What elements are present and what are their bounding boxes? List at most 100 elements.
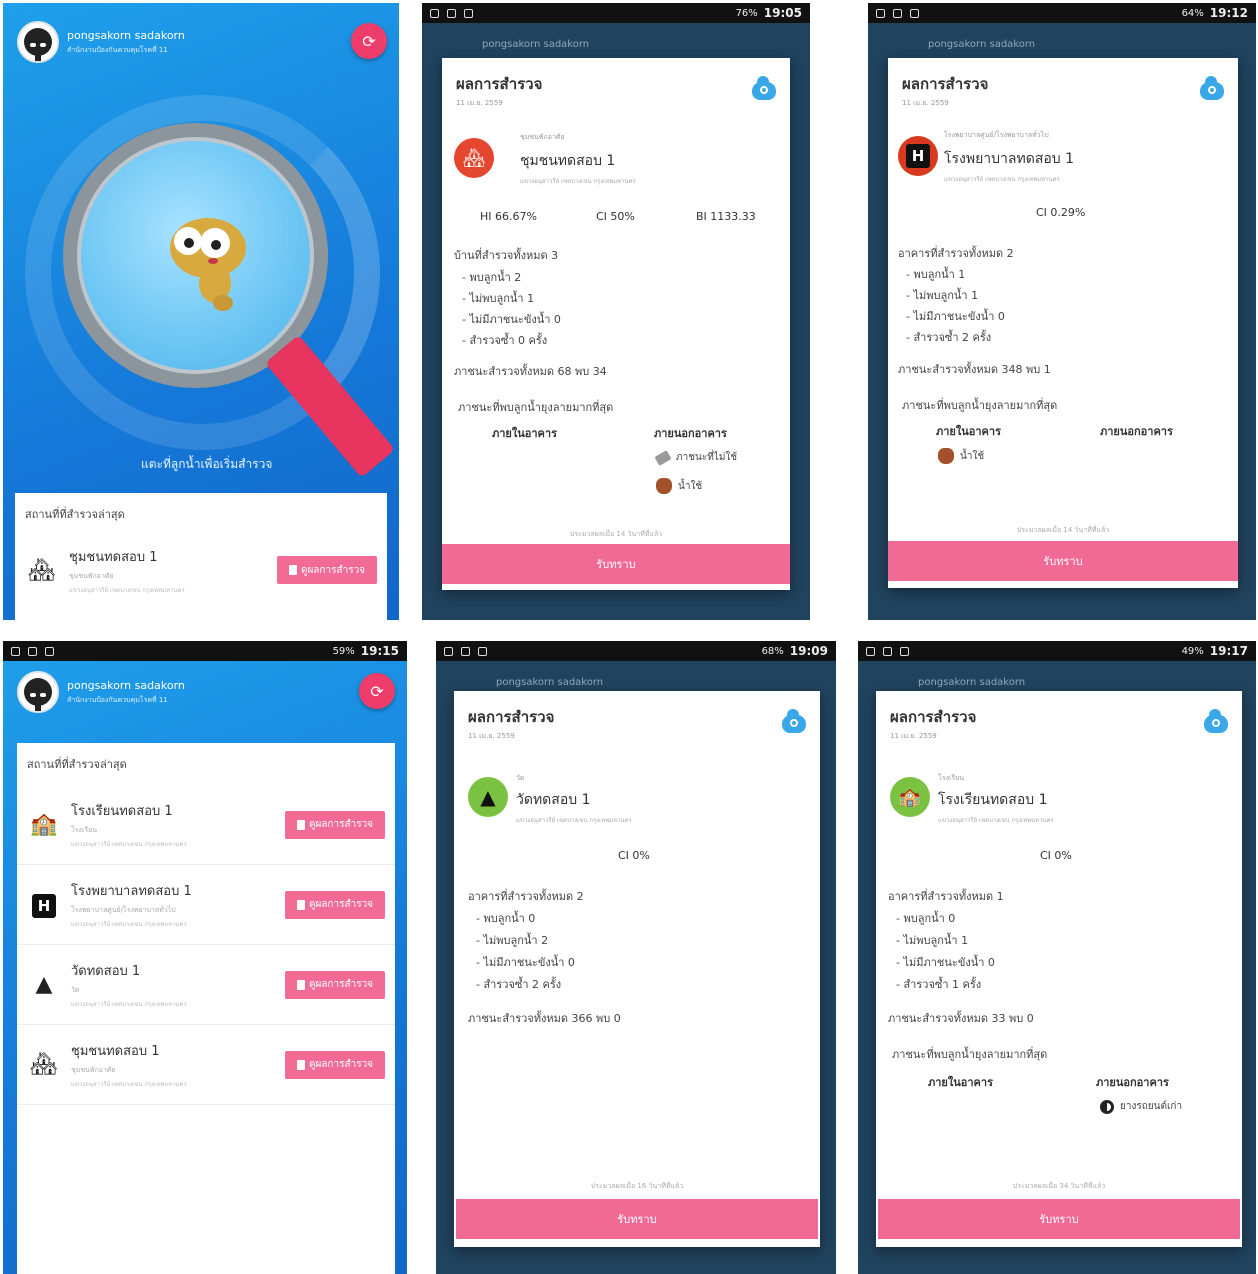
dialog-date: 11 เม.ย. 2559 <box>890 732 937 740</box>
updated-time: ประมวลผลเมื่อ 16 วินาทีที่แล้ว <box>590 1182 684 1190</box>
place-address: แขวงอนุสาวรีย์ เขตบางเขน กรุงเทพมหานคร <box>938 817 1054 824</box>
place-type: ชุมชนพักอาศัย <box>69 571 114 580</box>
found-count: - พบลูกน้ำ 0 <box>476 912 536 925</box>
document-icon <box>296 1059 305 1070</box>
temple-icon: ▲ <box>468 777 508 817</box>
place-address: แขวงอนุสาวรีย์ เขตบางเขน กรุงเทพมหานคร <box>944 176 1060 183</box>
place-type: โรงพยาบาลศูนย์/โรงพยาบาลทั่วไป <box>71 906 176 914</box>
found-count: - พบลูกน้ำ 1 <box>906 268 966 281</box>
cloud-sync-icon[interactable] <box>1200 76 1224 100</box>
list-item[interactable]: 🏘 ชุมชนทดสอบ 1 ชุมชนพักอาศัย แขวงอนุสาวร… <box>17 1025 395 1105</box>
status-bar: 76% 19:05 <box>422 3 810 23</box>
repeat-count: - สำรวจซ้ำ 2 ครั้ง <box>906 331 992 344</box>
no-container-count: - ไม่มีภาชนะขังน้ำ 0 <box>906 310 1005 323</box>
view-result-button[interactable]: ดูผลการสำรวจ <box>285 810 385 839</box>
view-result-button[interactable]: ดูผลการสำรวจ <box>285 970 385 999</box>
list-item[interactable]: 🏘 ชุมชนทดสอบ 1 ชุมชนพักอาศัย แขวงอนุสาวร… <box>15 535 387 605</box>
acknowledge-button[interactable]: รับทราบ <box>442 544 790 584</box>
place-type: ชุมชนพักอาศัย <box>520 133 565 141</box>
total-surveyed: อาคารที่สำรวจทั้งหมด 2 <box>898 247 1014 260</box>
place-name: วัดทดสอบ 1 <box>516 792 591 808</box>
ci-value: CI 0% <box>1040 849 1072 862</box>
avatar[interactable] <box>17 671 59 713</box>
updated-time: ประมวลผลเมื่อ 14 วินาทีที่แล้ว <box>569 530 663 538</box>
result-dialog: ผลการสำรวจ 11 เม.ย. 2559 วัด ▲ วัดทดสอบ … <box>454 691 820 1247</box>
dialog-title: ผลการสำรวจ <box>468 708 555 726</box>
view-result-button[interactable]: ดูผลการสำรวจ <box>277 556 377 584</box>
temple-icon: ▲ <box>35 972 53 997</box>
place-address: แขวงอนุสาวรีย์ เขตบางเขน กรุงเทพมหานคร <box>516 817 632 824</box>
dialog-title: ผลการสำรวจ <box>902 75 989 93</box>
acknowledge-button[interactable]: รับทราบ <box>888 541 1238 581</box>
user-org: สำนักงานป้องกันควบคุมโรคที่ 11 <box>67 45 168 54</box>
list-item[interactable]: ▲ วัดทดสอบ 1 วัด แขวงอนุสาวรีย์ เขตบางเข… <box>17 945 395 1025</box>
place-type: ชุมชนพักอาศัย <box>71 1066 116 1074</box>
status-bar: 59% 19:15 <box>3 641 407 661</box>
indoor-header: ภายในอาคาร <box>928 1076 993 1089</box>
community-icon: 🏘 <box>28 557 56 583</box>
container-total: ภาชนะสำรวจทั้งหมด 366 พบ 0 <box>468 1012 621 1025</box>
updated-time: ประมวลผลเมื่อ 34 วินาทีที่แล้ว <box>1012 1182 1106 1190</box>
place-name: โรงเรียนทดสอบ 1 <box>71 804 173 819</box>
list-item[interactable]: 🏫 โรงเรียนทดสอบ 1 โรงเรียน แขวงอนุสาวรีย… <box>17 785 395 865</box>
cloud-sync-icon[interactable] <box>752 76 776 100</box>
acknowledge-button[interactable]: รับทราบ <box>878 1199 1240 1239</box>
avatar[interactable] <box>17 21 59 63</box>
app-bar: pongsakorn sadakorn สำนักงานป้องกันควบคุ… <box>3 11 399 73</box>
hospital-icon: H <box>27 892 61 918</box>
outdoor-header: ภายนอกอาคาร <box>1100 425 1173 438</box>
found-count: - พบลูกน้ำ 2 <box>462 271 522 284</box>
place-type: โรงเรียน <box>71 826 97 834</box>
place-name: โรงพยาบาลทดสอบ 1 <box>71 884 192 899</box>
hi-value: HI 66.67% <box>480 210 537 223</box>
document-icon <box>296 819 305 830</box>
view-result-button[interactable]: ดูผลการสำรวจ <box>285 1050 385 1079</box>
screen-home-recent-list: 59% 19:15 pongsakorn sadakorn สำนักงานป้อ… <box>3 641 407 1274</box>
start-survey-hint: แตะที่ลูกน้ำเพื่อเริ่มสำรวจ <box>141 457 273 471</box>
tire-icon <box>1100 1099 1114 1114</box>
container-total: ภาชนะสำรวจทั้งหมด 348 พบ 1 <box>898 363 1051 376</box>
most-found-title: ภาชนะที่พบลูกน้ำยุงลายมากที่สุด <box>458 401 614 414</box>
found-count: - พบลูกน้ำ 0 <box>896 912 956 925</box>
user-name: pongsakorn sadakorn <box>67 678 185 692</box>
recent-places-title: สถานที่ที่สำรวจล่าสุด <box>27 758 127 771</box>
bi-value: BI 1133.33 <box>696 210 756 223</box>
community-icon: 🏘 <box>454 138 494 178</box>
dialog-title: ผลการสำรวจ <box>456 75 543 93</box>
outdoor-header: ภายนอกอาคาร <box>1096 1076 1169 1089</box>
place-type: โรงเรียน <box>938 774 964 782</box>
sync-button[interactable]: ⟳ <box>351 23 387 59</box>
no-container-count: - ไม่มีภาชนะขังน้ำ 0 <box>896 956 995 969</box>
result-dialog: ผลการสำรวจ 11 เม.ย. 2559 โรงพยาบาลศูนย์/… <box>888 58 1238 588</box>
dialog-date: 11 เม.ย. 2559 <box>902 99 949 107</box>
no-container-count: - ไม่มีภาชนะขังน้ำ 0 <box>462 313 561 326</box>
total-surveyed: อาคารที่สำรวจทั้งหมด 1 <box>888 890 1004 903</box>
outdoor-header: ภายนอกอาคาร <box>654 427 727 440</box>
no-container-count: - ไม่มีภาชนะขังน้ำ 0 <box>476 956 575 969</box>
recent-places-title: สถานที่ที่สำรวจล่าสุด <box>25 508 125 521</box>
total-surveyed: อาคารที่สำรวจทั้งหมด 2 <box>468 890 584 903</box>
document-icon <box>296 979 305 990</box>
place-name: วัดทดสอบ 1 <box>71 964 141 979</box>
school-icon: 🏫 <box>890 777 930 817</box>
not-found-count: - ไม่พบลูกน้ำ 1 <box>906 289 979 302</box>
list-item[interactable]: H โรงพยาบาลทดสอบ 1 โรงพยาบาลศูนย์/โรงพยา… <box>17 865 395 945</box>
place-name: ชุมชนทดสอบ 1 <box>71 1044 160 1059</box>
ci-value: CI 0.29% <box>1036 206 1086 219</box>
place-type: วัด <box>516 774 525 782</box>
outdoor-item: น้ำใช้ <box>656 478 702 494</box>
most-found-title: ภาชนะที่พบลูกน้ำยุงลายมากที่สุด <box>902 399 1058 412</box>
bottle-icon <box>654 449 672 466</box>
document-icon <box>288 565 297 575</box>
cloud-sync-icon[interactable] <box>782 709 806 733</box>
acknowledge-button[interactable]: รับทราบ <box>456 1199 818 1239</box>
dialog-title: ผลการสำรวจ <box>890 708 977 726</box>
cloud-sync-icon[interactable] <box>1204 709 1228 733</box>
user-org: สำนักงานป้องกันควบคุมโรคที่ 11 <box>67 695 168 704</box>
status-bar: 68% 19:09 <box>436 641 836 661</box>
dialog-date: 11 เม.ย. 2559 <box>456 99 503 107</box>
larva-button[interactable] <box>153 203 253 313</box>
view-result-button[interactable]: ดูผลการสำรวจ <box>285 890 385 919</box>
sync-button[interactable]: ⟳ <box>359 673 395 709</box>
sync-icon: ⟳ <box>370 681 384 701</box>
